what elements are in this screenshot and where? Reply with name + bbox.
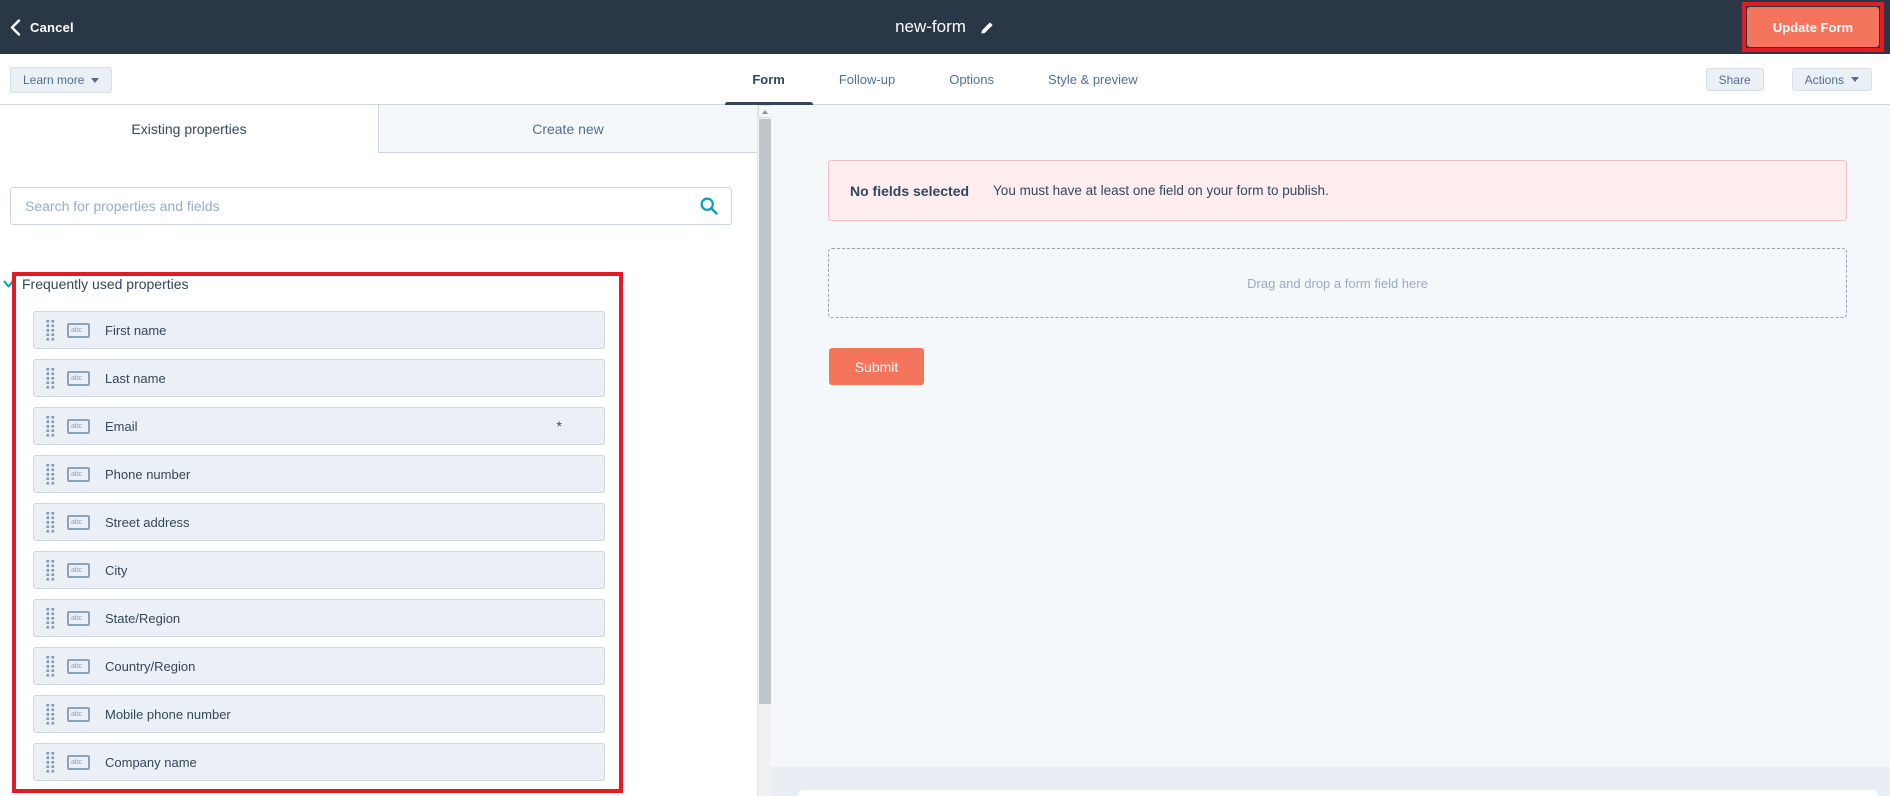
text-field-icon-glyph: abc — [71, 567, 82, 574]
scroll-up-button[interactable] — [758, 105, 772, 118]
tab-options[interactable]: Options — [947, 54, 996, 105]
property-item[interactable]: abc Mobile phone number — [33, 695, 605, 733]
scrollbar-thumb[interactable] — [759, 119, 771, 704]
property-label: Company name — [105, 755, 562, 770]
form-title-wrap: new-form — [0, 0, 1890, 54]
text-field-icon-glyph: abc — [71, 759, 82, 766]
share-button[interactable]: Share — [1706, 68, 1764, 91]
back-chevron-icon — [10, 19, 21, 36]
form-canvas: No fields selected You must have at leas… — [771, 105, 1890, 796]
alert-message: You must have at least one field on your… — [993, 183, 1329, 198]
property-label: Last name — [105, 371, 562, 386]
text-field-icon: abc — [67, 467, 90, 482]
text-field-icon-glyph: abc — [71, 711, 82, 718]
property-label: Country/Region — [105, 659, 562, 674]
property-item[interactable]: abc Street address — [33, 503, 605, 541]
tab-form-label: Form — [752, 72, 785, 87]
property-item[interactable]: abc City — [33, 551, 605, 589]
panel-scrollbar[interactable] — [757, 105, 771, 796]
chevron-down-icon — [1851, 77, 1859, 82]
section-title: Frequently used properties — [22, 276, 189, 292]
drag-handle-icon[interactable] — [46, 415, 55, 438]
search-wrap — [10, 187, 732, 225]
tab-follow-up[interactable]: Follow-up — [837, 54, 897, 105]
tab-existing-properties[interactable]: Existing properties — [0, 105, 378, 153]
text-field-icon: abc — [67, 659, 90, 674]
property-label: State/Region — [105, 611, 562, 626]
text-field-icon: abc — [67, 515, 90, 530]
required-asterisk: * — [557, 418, 562, 434]
text-field-icon: abc — [67, 611, 90, 626]
main-tabs: Form Follow-up Options Style & preview — [0, 54, 1890, 105]
property-label: City — [105, 563, 562, 578]
text-field-icon: abc — [67, 419, 90, 434]
property-item[interactable]: abc Email * — [33, 407, 605, 445]
drag-handle-icon[interactable] — [46, 751, 55, 774]
property-label: Phone number — [105, 467, 562, 482]
chevron-down-icon — [3, 279, 14, 289]
text-field-icon-glyph: abc — [71, 615, 82, 622]
text-field-icon-glyph: abc — [71, 519, 82, 526]
search-input[interactable] — [10, 187, 732, 225]
alert-title: No fields selected — [850, 183, 969, 199]
text-field-icon: abc — [67, 563, 90, 578]
property-label: Street address — [105, 515, 562, 530]
edit-pencil-icon[interactable] — [980, 20, 995, 35]
drag-handle-icon[interactable] — [46, 703, 55, 726]
field-dropzone[interactable]: Drag and drop a form field here — [828, 248, 1847, 318]
actions-label: Actions — [1805, 73, 1844, 87]
dropzone-label: Drag and drop a form field here — [1247, 276, 1428, 291]
text-field-icon-glyph: abc — [71, 375, 82, 382]
toolbar: Learn more Form Follow-up Options Style … — [0, 54, 1890, 105]
drag-handle-icon[interactable] — [46, 511, 55, 534]
toolbar-right-actions: Share Actions — [1706, 68, 1872, 91]
property-item[interactable]: abc Company name — [33, 743, 605, 781]
text-field-icon: abc — [67, 755, 90, 770]
drag-handle-icon[interactable] — [46, 463, 55, 486]
property-item[interactable]: abc Last name — [33, 359, 605, 397]
tab-style-preview-label: Style & preview — [1048, 72, 1138, 87]
text-field-icon-glyph: abc — [71, 471, 82, 478]
no-fields-alert: No fields selected You must have at leas… — [828, 160, 1847, 221]
text-field-icon-glyph: abc — [71, 327, 82, 334]
property-item[interactable]: abc First name — [33, 311, 605, 349]
form-title: new-form — [895, 17, 966, 37]
text-field-icon: abc — [67, 707, 90, 722]
cancel-label: Cancel — [30, 20, 74, 35]
property-label: First name — [105, 323, 562, 338]
panel-tabs: Existing properties Create new — [0, 105, 757, 153]
property-item[interactable]: abc Country/Region — [33, 647, 605, 685]
next-section-card-top — [798, 790, 1878, 796]
drag-handle-icon[interactable] — [46, 559, 55, 582]
tab-style-preview[interactable]: Style & preview — [1046, 54, 1140, 105]
cancel-button[interactable]: Cancel — [10, 0, 74, 54]
properties-list: abc First name abc Last name — [33, 311, 605, 791]
tab-create-new[interactable]: Create new — [378, 105, 757, 153]
section-frequently-used[interactable]: Frequently used properties — [3, 276, 189, 292]
app-header: Cancel new-form Update Form — [0, 0, 1890, 54]
scroll-up-arrow-icon — [762, 110, 768, 114]
property-label: Email — [105, 419, 557, 434]
properties-panel: Existing properties Create new Frequentl… — [0, 105, 757, 796]
tab-follow-up-label: Follow-up — [839, 72, 895, 87]
update-form-button[interactable]: Update Form — [1747, 7, 1879, 47]
search-icon[interactable] — [700, 197, 718, 215]
text-field-icon-glyph: abc — [71, 423, 82, 430]
property-label: Mobile phone number — [105, 707, 562, 722]
text-field-icon-glyph: abc — [71, 663, 82, 670]
drag-handle-icon[interactable] — [46, 367, 55, 390]
form-builder-page: Cancel new-form Update Form Learn more F… — [0, 0, 1890, 796]
drag-handle-icon[interactable] — [46, 655, 55, 678]
text-field-icon: abc — [67, 371, 90, 386]
drag-handle-icon[interactable] — [46, 319, 55, 342]
property-item[interactable]: abc Phone number — [33, 455, 605, 493]
tab-form[interactable]: Form — [750, 54, 787, 105]
submit-button[interactable]: Submit — [829, 348, 924, 385]
text-field-icon: abc — [67, 323, 90, 338]
tab-options-label: Options — [949, 72, 994, 87]
actions-button[interactable]: Actions — [1792, 68, 1872, 91]
drag-handle-icon[interactable] — [46, 607, 55, 630]
property-item[interactable]: abc State/Region — [33, 599, 605, 637]
